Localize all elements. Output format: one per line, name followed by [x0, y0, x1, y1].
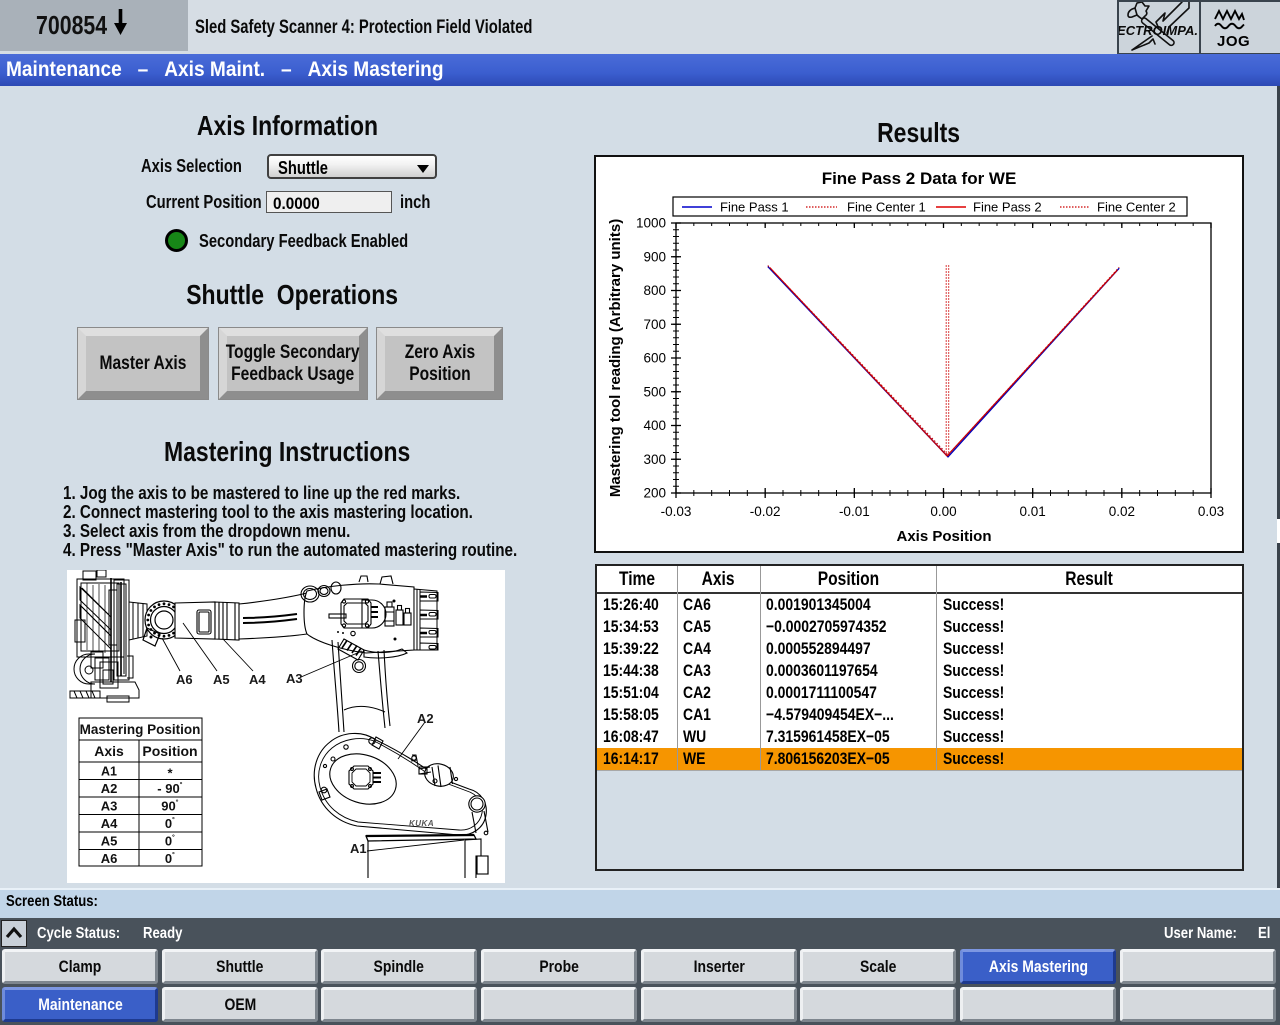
- svg-text:A4: A4: [101, 816, 118, 831]
- svg-text:A4: A4: [249, 672, 266, 687]
- svg-text:-0.01: -0.01: [839, 504, 870, 519]
- svg-text:Fine Center 2: Fine Center 2: [1097, 200, 1176, 215]
- svg-text:0˚: 0˚: [165, 816, 175, 831]
- svg-text:A1: A1: [101, 765, 117, 779]
- svg-text:Fine Pass 1: Fine Pass 1: [720, 200, 789, 215]
- svg-text:900: 900: [643, 249, 666, 264]
- svg-text:0˚: 0˚: [165, 834, 175, 849]
- svg-text:KUKA: KUKA: [409, 819, 434, 828]
- svg-text:Position: Position: [142, 743, 197, 759]
- svg-text:*: *: [167, 766, 173, 781]
- svg-text:A2: A2: [417, 711, 434, 726]
- svg-text:Fine Pass 2 Data for WE: Fine Pass 2 Data for WE: [822, 169, 1017, 188]
- svg-text:600: 600: [643, 351, 666, 366]
- svg-text:ECTROIMPA.: ECTROIMPA.: [1119, 23, 1197, 38]
- svg-text:0.01: 0.01: [1020, 504, 1046, 519]
- svg-text:Axis: Axis: [94, 743, 124, 759]
- svg-text:200: 200: [643, 486, 666, 501]
- svg-text:1000: 1000: [636, 216, 666, 231]
- svg-text:A5: A5: [213, 672, 230, 687]
- svg-text:A5: A5: [101, 834, 118, 849]
- svg-text:400: 400: [643, 418, 666, 433]
- svg-text:0.00: 0.00: [930, 504, 956, 519]
- svg-text:A6: A6: [101, 851, 118, 866]
- svg-text:90˚: 90˚: [161, 799, 178, 814]
- svg-text:A3: A3: [286, 671, 303, 686]
- svg-text:- 90˚: - 90˚: [157, 781, 182, 796]
- svg-text:-0.02: -0.02: [750, 504, 781, 519]
- svg-text:Fine Center 1: Fine Center 1: [847, 200, 926, 215]
- svg-text:Axis Position: Axis Position: [896, 528, 991, 545]
- svg-text:0.03: 0.03: [1198, 504, 1224, 519]
- svg-text:A2: A2: [101, 781, 118, 796]
- svg-text:Mastering tool reading (Arbitr: Mastering tool reading (Arbitrary units): [607, 219, 624, 497]
- svg-text:300: 300: [643, 452, 666, 467]
- svg-text:500: 500: [643, 384, 666, 399]
- svg-text:800: 800: [643, 283, 666, 298]
- svg-text:0˚: 0˚: [165, 851, 175, 866]
- svg-text:-0.03: -0.03: [661, 504, 692, 519]
- svg-text:Fine Pass 2: Fine Pass 2: [973, 200, 1042, 215]
- svg-text:Mastering Position: Mastering Position: [80, 722, 201, 737]
- svg-text:A6: A6: [176, 672, 193, 687]
- svg-text:700: 700: [643, 317, 666, 332]
- svg-text:A1: A1: [350, 841, 367, 856]
- svg-text:A3: A3: [101, 799, 118, 814]
- svg-text:0.02: 0.02: [1109, 504, 1135, 519]
